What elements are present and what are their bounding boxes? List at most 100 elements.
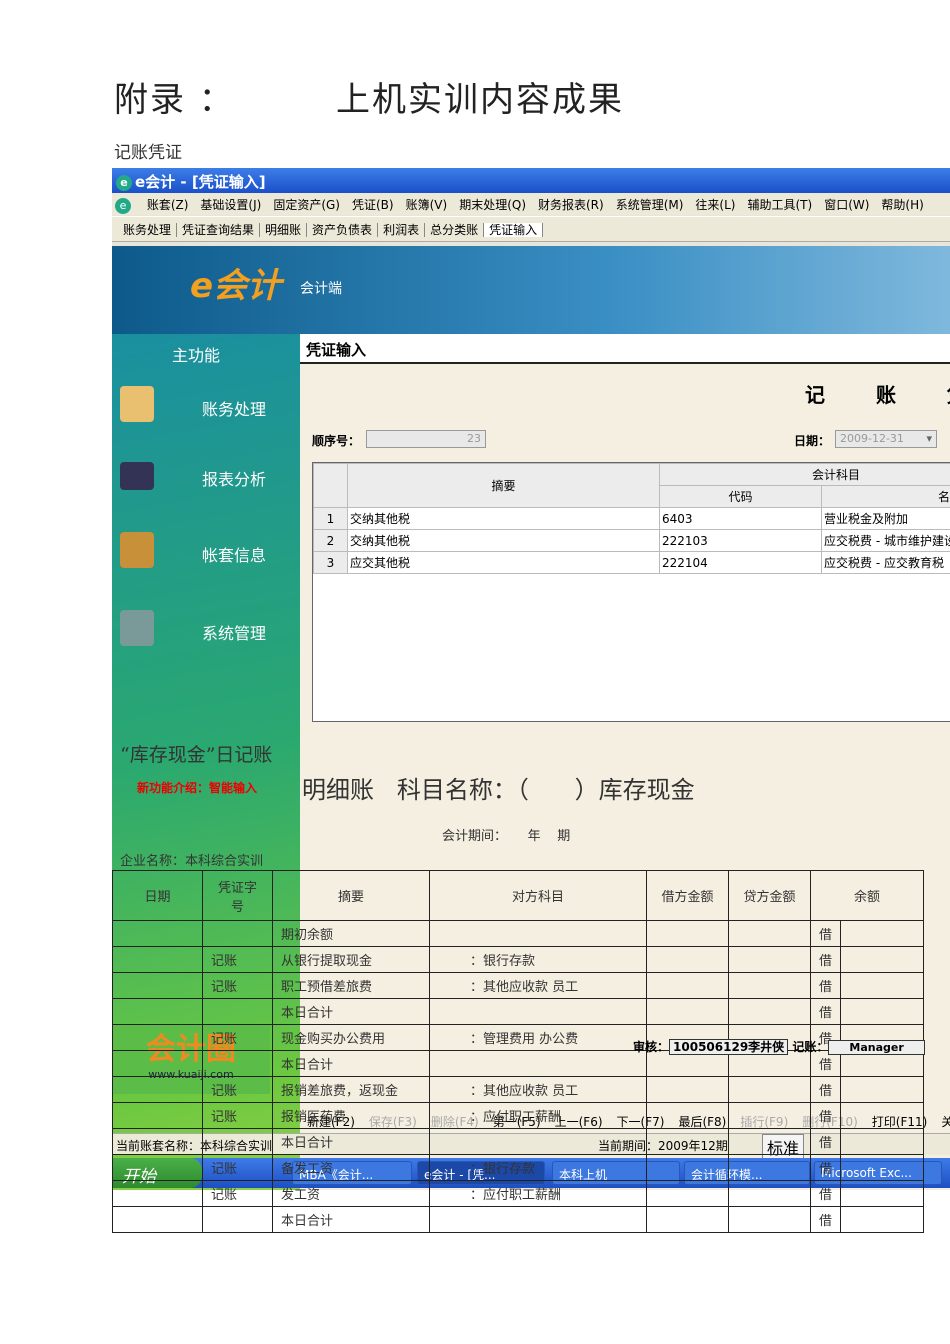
voucher-cell bbox=[202, 920, 273, 947]
credit-cell bbox=[728, 972, 811, 999]
voucher-cell bbox=[202, 1206, 273, 1233]
menu-item[interactable]: 辅助工具(T) bbox=[747, 198, 812, 212]
col-name: 名称 bbox=[821, 485, 950, 508]
date-cell bbox=[112, 1102, 203, 1129]
menu-item[interactable]: 帮助(H) bbox=[881, 198, 923, 212]
contra-cell: ：其他应收款 员工 bbox=[429, 1076, 647, 1103]
menu-item[interactable]: 账簿(V) bbox=[406, 198, 448, 212]
summary-cell: 从银行提取现金 bbox=[272, 946, 430, 973]
tools-icon bbox=[120, 610, 154, 646]
balance-cell bbox=[840, 1128, 924, 1155]
name-cell[interactable]: 应交税费 - 应交教育税 bbox=[821, 551, 950, 574]
name-cell[interactable]: 应交税费 - 城市维护建设税 bbox=[821, 529, 950, 552]
audit-label: 审核： bbox=[633, 1040, 670, 1054]
date-label: 日期： bbox=[794, 434, 831, 448]
col-summary: 摘要 bbox=[272, 870, 430, 921]
sidebar-header: 主功能 bbox=[172, 346, 221, 365]
col-account: 会计科目 bbox=[659, 463, 950, 486]
audit-field[interactable]: 100506129李井侠 bbox=[669, 1039, 789, 1055]
ledger-row: 记账 从银行提取现金 ：银行存款 借 bbox=[112, 946, 924, 973]
direction-cell: 借 bbox=[809, 998, 842, 1025]
grid-row[interactable]: 3 应交其他税 222104 应交税费 - 应交教育税 bbox=[313, 551, 950, 574]
ledger-row: 记账 报销医药费 ：应付职工薪酬 借 bbox=[112, 1102, 924, 1129]
menu-item[interactable]: 往来(L) bbox=[695, 198, 735, 212]
name-cell[interactable]: 营业税金及附加 bbox=[821, 507, 950, 530]
promo-link[interactable]: 新功能介绍：智能输入 bbox=[137, 779, 257, 796]
contra-cell bbox=[429, 1128, 647, 1155]
col-credit: 贷方金额 bbox=[728, 870, 811, 921]
tab[interactable]: 明细账 bbox=[260, 223, 308, 237]
summary-cell: 备发工资 bbox=[272, 1154, 430, 1181]
contra-cell: ：其他应收款 员工 bbox=[429, 972, 647, 999]
seq-field[interactable]: 23 bbox=[366, 430, 486, 448]
tab[interactable]: 凭证查询结果 bbox=[177, 223, 261, 237]
credit-cell bbox=[728, 1076, 811, 1103]
post-label: 记账： bbox=[792, 1040, 829, 1054]
credit-cell bbox=[728, 946, 811, 973]
voucher-cell: 记账 bbox=[202, 946, 273, 973]
date-cell bbox=[112, 1154, 203, 1181]
date-cell bbox=[112, 1024, 203, 1051]
balance-cell bbox=[840, 946, 924, 973]
date-field[interactable]: 2009-12-31 ▾ bbox=[835, 430, 937, 448]
grid-row[interactable]: 2交纳其他税222103应交税费 - 城市维护建设税 bbox=[313, 529, 950, 552]
tab[interactable]: 利润表 bbox=[378, 223, 426, 237]
date-cell bbox=[112, 946, 203, 973]
balance-cell bbox=[840, 920, 924, 947]
balance-cell bbox=[840, 1102, 924, 1129]
close-button[interactable]: 关 bbox=[941, 1115, 950, 1129]
ledger-row: 记账 职工预借差旅费 ：其他应收款 员工 借 bbox=[112, 972, 924, 999]
dropdown-arrow-icon[interactable]: ▾ bbox=[926, 432, 932, 445]
window-title: e会计 - [凭证输入] bbox=[135, 173, 266, 191]
credit-cell bbox=[728, 998, 811, 1025]
post-field[interactable]: Manager bbox=[828, 1040, 925, 1055]
menu-item[interactable]: 固定资产(G) bbox=[273, 198, 340, 212]
menu-item[interactable]: 财务报表(R) bbox=[538, 198, 604, 212]
contra-cell: ：银行存款 bbox=[429, 946, 647, 973]
code-cell[interactable]: 222103 bbox=[659, 529, 822, 552]
col-summary: 摘要 bbox=[347, 463, 660, 508]
debit-cell bbox=[646, 1154, 729, 1181]
row-header bbox=[313, 463, 348, 508]
summary-cell[interactable]: 交纳其他税 bbox=[347, 529, 660, 552]
grid-row[interactable]: 1 交纳其他税 6403 营业税金及附加 bbox=[313, 507, 950, 530]
sidebar-item-label: 系统管理 bbox=[202, 624, 267, 643]
direction-cell: 借 bbox=[809, 1102, 842, 1129]
menu-item[interactable]: 账套(Z) bbox=[147, 198, 189, 212]
voucher-cell: 记账 bbox=[202, 1024, 273, 1051]
voucher-cell: 记账 bbox=[202, 1154, 273, 1181]
menu-item[interactable]: 系统管理(M) bbox=[616, 198, 684, 212]
date-cell bbox=[112, 1076, 203, 1103]
tab-active[interactable]: 凭证输入 bbox=[484, 223, 544, 237]
date-cell bbox=[112, 920, 203, 947]
voucher-cell: 记账 bbox=[202, 1180, 273, 1207]
ledger-row: 本日合计 借 bbox=[112, 1128, 924, 1155]
col-voucher: 凭证字号 bbox=[202, 870, 273, 921]
voucher-cell bbox=[202, 1050, 273, 1077]
menu-item[interactable]: 窗口(W) bbox=[824, 198, 869, 212]
tab[interactable]: 总分类账 bbox=[425, 223, 485, 237]
voucher-cell: 记账 bbox=[202, 1076, 273, 1103]
summary-cell: 现金购买办公费用 bbox=[272, 1024, 430, 1051]
code-cell[interactable]: 6403 bbox=[659, 507, 822, 530]
debit-cell bbox=[646, 946, 729, 973]
credit-cell bbox=[728, 1206, 811, 1233]
tab[interactable]: 账务处理 bbox=[118, 223, 178, 237]
col-debit: 借方金额 bbox=[646, 870, 729, 921]
direction-cell: 借 bbox=[809, 920, 842, 947]
tab[interactable]: 资产负债表 bbox=[307, 223, 379, 237]
row-number: 3 bbox=[313, 551, 348, 574]
menu-item[interactable]: 凭证(B) bbox=[352, 198, 394, 212]
summary-cell[interactable]: 交纳其他税 bbox=[347, 507, 660, 530]
seq-label: 顺序号： bbox=[312, 434, 361, 448]
summary-cell[interactable]: 应交其他税 bbox=[347, 551, 660, 574]
contra-cell bbox=[429, 1206, 647, 1233]
section-heading: 记账凭证 bbox=[114, 143, 182, 163]
menu-item[interactable]: 期末处理(Q) bbox=[459, 198, 526, 212]
code-cell[interactable]: 222104 bbox=[659, 551, 822, 574]
menu-item[interactable]: 基础设置(J) bbox=[200, 198, 261, 212]
credit-cell bbox=[728, 1180, 811, 1207]
voucher-cell bbox=[202, 1128, 273, 1155]
debit-cell bbox=[646, 1128, 729, 1155]
debit-cell bbox=[646, 1102, 729, 1129]
